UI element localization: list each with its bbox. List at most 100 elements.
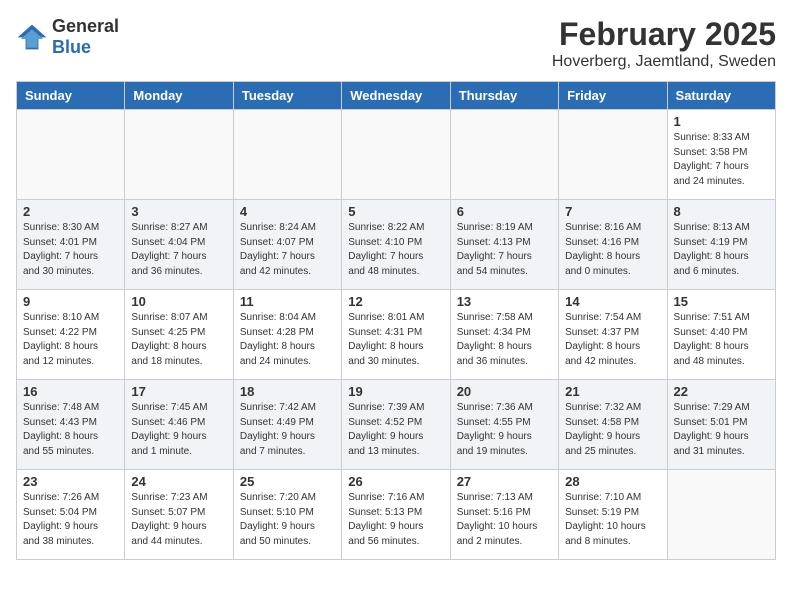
day-header-friday: Friday <box>559 82 667 110</box>
calendar-cell: 23Sunrise: 7:26 AM Sunset: 5:04 PM Dayli… <box>17 470 125 560</box>
day-number: 16 <box>23 384 118 399</box>
day-number: 18 <box>240 384 335 399</box>
logo: General Blue <box>16 16 119 58</box>
day-info: Sunrise: 8:16 AM Sunset: 4:16 PM Dayligh… <box>565 221 660 279</box>
day-info: Sunrise: 7:54 AM Sunset: 4:37 PM Dayligh… <box>565 311 660 369</box>
day-info: Sunrise: 8:30 AM Sunset: 4:01 PM Dayligh… <box>23 221 118 279</box>
day-number: 24 <box>131 474 226 489</box>
day-number: 5 <box>348 204 443 219</box>
day-number: 17 <box>131 384 226 399</box>
day-number: 10 <box>131 294 226 309</box>
day-number: 26 <box>348 474 443 489</box>
calendar-cell: 6 Sunrise: 8:19 AM Sunset: 4:13 PM Daylig… <box>450 200 558 290</box>
day-number: 13 <box>457 294 552 309</box>
day-number: 11 <box>240 294 335 309</box>
day-info: Sunrise: 7:58 AM Sunset: 4:34 PM Dayligh… <box>457 311 552 369</box>
logo-blue: Blue <box>52 37 91 57</box>
day-info: Sunrise: 7:51 AM Sunset: 4:40 PM Dayligh… <box>674 311 769 369</box>
calendar-week-3: 16 Sunrise: 7:48 AM Sunset: 4:43 PM Dayli… <box>17 380 776 470</box>
calendar-cell <box>233 110 341 200</box>
day-number: 8 <box>674 204 769 219</box>
calendar-cell: 16 Sunrise: 7:48 AM Sunset: 4:43 PM Dayli… <box>17 380 125 470</box>
day-info: Sunrise: 8:10 AM Sunset: 4:22 PM Dayligh… <box>23 311 118 369</box>
calendar-cell: 14 Sunrise: 7:54 AM Sunset: 4:37 PM Dayli… <box>559 290 667 380</box>
calendar-cell <box>342 110 450 200</box>
calendar-cell: 18Sunrise: 7:42 AM Sunset: 4:49 PM Dayli… <box>233 380 341 470</box>
logo-text: General Blue <box>52 16 119 58</box>
day-info: Sunrise: 7:32 AM Sunset: 4:58 PM Dayligh… <box>565 401 660 459</box>
day-number: 6 <box>457 204 552 219</box>
day-number: 15 <box>674 294 769 309</box>
calendar-cell: 1 Sunrise: 8:33 AM Sunset: 3:58 PM Daylig… <box>667 110 775 200</box>
day-info: Sunrise: 8:19 AM Sunset: 4:13 PM Dayligh… <box>457 221 552 279</box>
calendar-cell <box>450 110 558 200</box>
day-info: Sunrise: 7:39 AM Sunset: 4:52 PM Dayligh… <box>348 401 443 459</box>
day-info: Sunrise: 7:36 AM Sunset: 4:55 PM Dayligh… <box>457 401 552 459</box>
day-info: Sunrise: 8:13 AM Sunset: 4:19 PM Dayligh… <box>674 221 769 279</box>
subtitle: Hoverberg, Jaemtland, Sweden <box>552 53 776 71</box>
day-info: Sunrise: 8:24 AM Sunset: 4:07 PM Dayligh… <box>240 221 335 279</box>
day-number: 3 <box>131 204 226 219</box>
calendar-cell: 24 Sunrise: 7:23 AM Sunset: 5:07 PM Dayli… <box>125 470 233 560</box>
day-info: Sunrise: 7:16 AM Sunset: 5:13 PM Dayligh… <box>348 491 443 549</box>
day-number: 27 <box>457 474 552 489</box>
calendar-cell <box>17 110 125 200</box>
day-number: 28 <box>565 474 660 489</box>
day-number: 9 <box>23 294 118 309</box>
day-number: 14 <box>565 294 660 309</box>
calendar-header-row: SundayMondayTuesdayWednesdayThursdayFrid… <box>17 82 776 110</box>
day-info: Sunrise: 8:27 AM Sunset: 4:04 PM Dayligh… <box>131 221 226 279</box>
day-number: 12 <box>348 294 443 309</box>
day-info: Sunrise: 7:48 AM Sunset: 4:43 PM Dayligh… <box>23 401 118 459</box>
title-section: February 2025 Hoverberg, Jaemtland, Swed… <box>552 16 776 71</box>
calendar-week-0: 1 Sunrise: 8:33 AM Sunset: 3:58 PM Daylig… <box>17 110 776 200</box>
calendar-cell: 2Sunrise: 8:30 AM Sunset: 4:01 PM Daylig… <box>17 200 125 290</box>
calendar-cell: 21 Sunrise: 7:32 AM Sunset: 4:58 PM Dayli… <box>559 380 667 470</box>
calendar-cell: 25Sunrise: 7:20 AM Sunset: 5:10 PM Dayli… <box>233 470 341 560</box>
calendar-cell: 3 Sunrise: 8:27 AM Sunset: 4:04 PM Daylig… <box>125 200 233 290</box>
calendar-week-4: 23Sunrise: 7:26 AM Sunset: 5:04 PM Dayli… <box>17 470 776 560</box>
logo-general: General <box>52 16 119 36</box>
day-header-tuesday: Tuesday <box>233 82 341 110</box>
day-number: 22 <box>674 384 769 399</box>
calendar-cell: 4 Sunrise: 8:24 AM Sunset: 4:07 PM Daylig… <box>233 200 341 290</box>
day-number: 1 <box>674 114 769 129</box>
day-info: Sunrise: 8:33 AM Sunset: 3:58 PM Dayligh… <box>674 131 769 189</box>
day-header-sunday: Sunday <box>17 82 125 110</box>
day-info: Sunrise: 8:22 AM Sunset: 4:10 PM Dayligh… <box>348 221 443 279</box>
day-info: Sunrise: 8:01 AM Sunset: 4:31 PM Dayligh… <box>348 311 443 369</box>
calendar-cell: 13 Sunrise: 7:58 AM Sunset: 4:34 PM Dayli… <box>450 290 558 380</box>
day-info: Sunrise: 8:07 AM Sunset: 4:25 PM Dayligh… <box>131 311 226 369</box>
day-info: Sunrise: 8:04 AM Sunset: 4:28 PM Dayligh… <box>240 311 335 369</box>
calendar-cell: 28 Sunrise: 7:10 AM Sunset: 5:19 PM Dayli… <box>559 470 667 560</box>
calendar-cell: 19 Sunrise: 7:39 AM Sunset: 4:52 PM Dayli… <box>342 380 450 470</box>
calendar-table: SundayMondayTuesdayWednesdayThursdayFrid… <box>16 81 776 560</box>
day-number: 4 <box>240 204 335 219</box>
day-number: 7 <box>565 204 660 219</box>
day-header-saturday: Saturday <box>667 82 775 110</box>
day-info: Sunrise: 7:20 AM Sunset: 5:10 PM Dayligh… <box>240 491 335 549</box>
day-number: 21 <box>565 384 660 399</box>
calendar-cell: 8 Sunrise: 8:13 AM Sunset: 4:19 PM Daylig… <box>667 200 775 290</box>
calendar-cell: 11 Sunrise: 8:04 AM Sunset: 4:28 PM Dayli… <box>233 290 341 380</box>
calendar-cell: 7 Sunrise: 8:16 AM Sunset: 4:16 PM Daylig… <box>559 200 667 290</box>
day-number: 19 <box>348 384 443 399</box>
day-number: 20 <box>457 384 552 399</box>
calendar-cell <box>667 470 775 560</box>
day-info: Sunrise: 7:10 AM Sunset: 5:19 PM Dayligh… <box>565 491 660 549</box>
day-info: Sunrise: 7:13 AM Sunset: 5:16 PM Dayligh… <box>457 491 552 549</box>
day-info: Sunrise: 7:23 AM Sunset: 5:07 PM Dayligh… <box>131 491 226 549</box>
calendar-cell <box>125 110 233 200</box>
day-header-monday: Monday <box>125 82 233 110</box>
calendar-week-1: 2Sunrise: 8:30 AM Sunset: 4:01 PM Daylig… <box>17 200 776 290</box>
calendar-cell: 10 Sunrise: 8:07 AM Sunset: 4:25 PM Dayli… <box>125 290 233 380</box>
logo-icon <box>16 23 48 51</box>
calendar-cell: 22 Sunrise: 7:29 AM Sunset: 5:01 PM Dayli… <box>667 380 775 470</box>
calendar-cell: 17Sunrise: 7:45 AM Sunset: 4:46 PM Dayli… <box>125 380 233 470</box>
day-info: Sunrise: 7:29 AM Sunset: 5:01 PM Dayligh… <box>674 401 769 459</box>
day-number: 23 <box>23 474 118 489</box>
calendar-cell: 27 Sunrise: 7:13 AM Sunset: 5:16 PM Dayli… <box>450 470 558 560</box>
calendar-cell: 26 Sunrise: 7:16 AM Sunset: 5:13 PM Dayli… <box>342 470 450 560</box>
calendar-cell: 12 Sunrise: 8:01 AM Sunset: 4:31 PM Dayli… <box>342 290 450 380</box>
calendar-cell: 9 Sunrise: 8:10 AM Sunset: 4:22 PM Daylig… <box>17 290 125 380</box>
